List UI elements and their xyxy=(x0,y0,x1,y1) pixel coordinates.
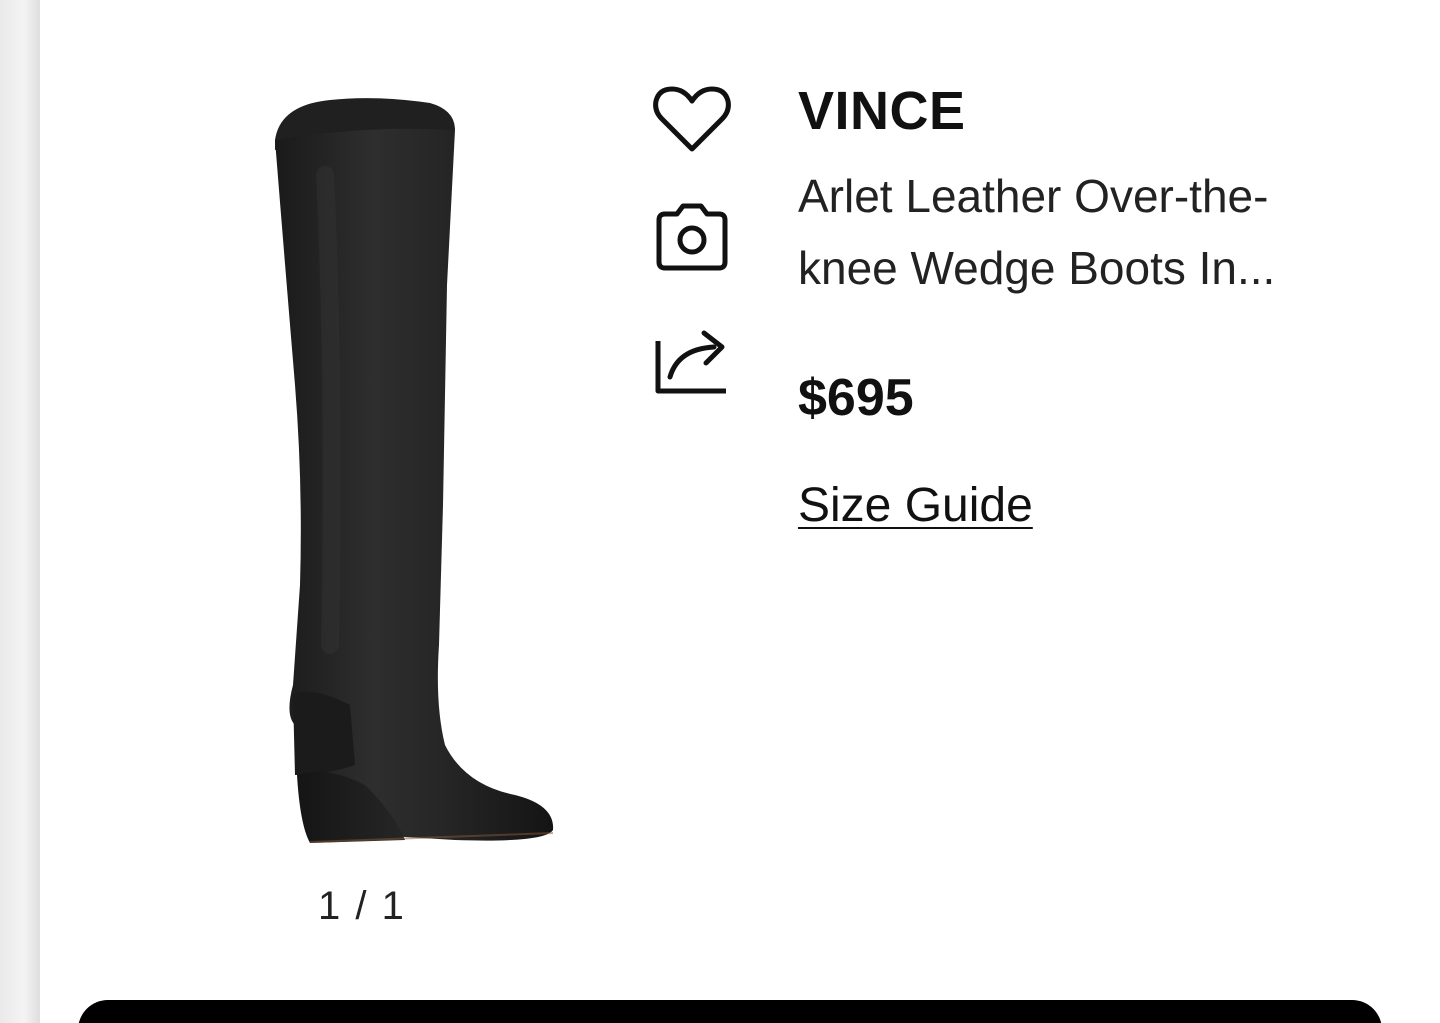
size-guide-link[interactable]: Size Guide xyxy=(798,478,1033,533)
add-to-bag-button[interactable] xyxy=(78,1000,1382,1023)
camera-button[interactable] xyxy=(650,194,734,278)
product-price: $695 xyxy=(798,369,914,427)
camera-icon xyxy=(656,203,728,271)
left-edge xyxy=(0,0,40,1023)
share-button[interactable] xyxy=(650,318,734,402)
heart-icon xyxy=(653,86,731,152)
product-name: Arlet Leather Over-the- knee Wedge Boots… xyxy=(798,160,1358,304)
product-name-line-1: Arlet Leather Over-the- xyxy=(798,170,1269,222)
wishlist-button[interactable] xyxy=(650,78,734,162)
product-name-line-2: knee Wedge Boots In... xyxy=(798,242,1276,294)
brand-name[interactable]: VINCE xyxy=(798,80,966,142)
top-strip xyxy=(40,0,1440,12)
product-image[interactable] xyxy=(255,85,575,865)
share-icon xyxy=(655,330,726,394)
image-counter: 1 / 1 xyxy=(318,884,406,928)
